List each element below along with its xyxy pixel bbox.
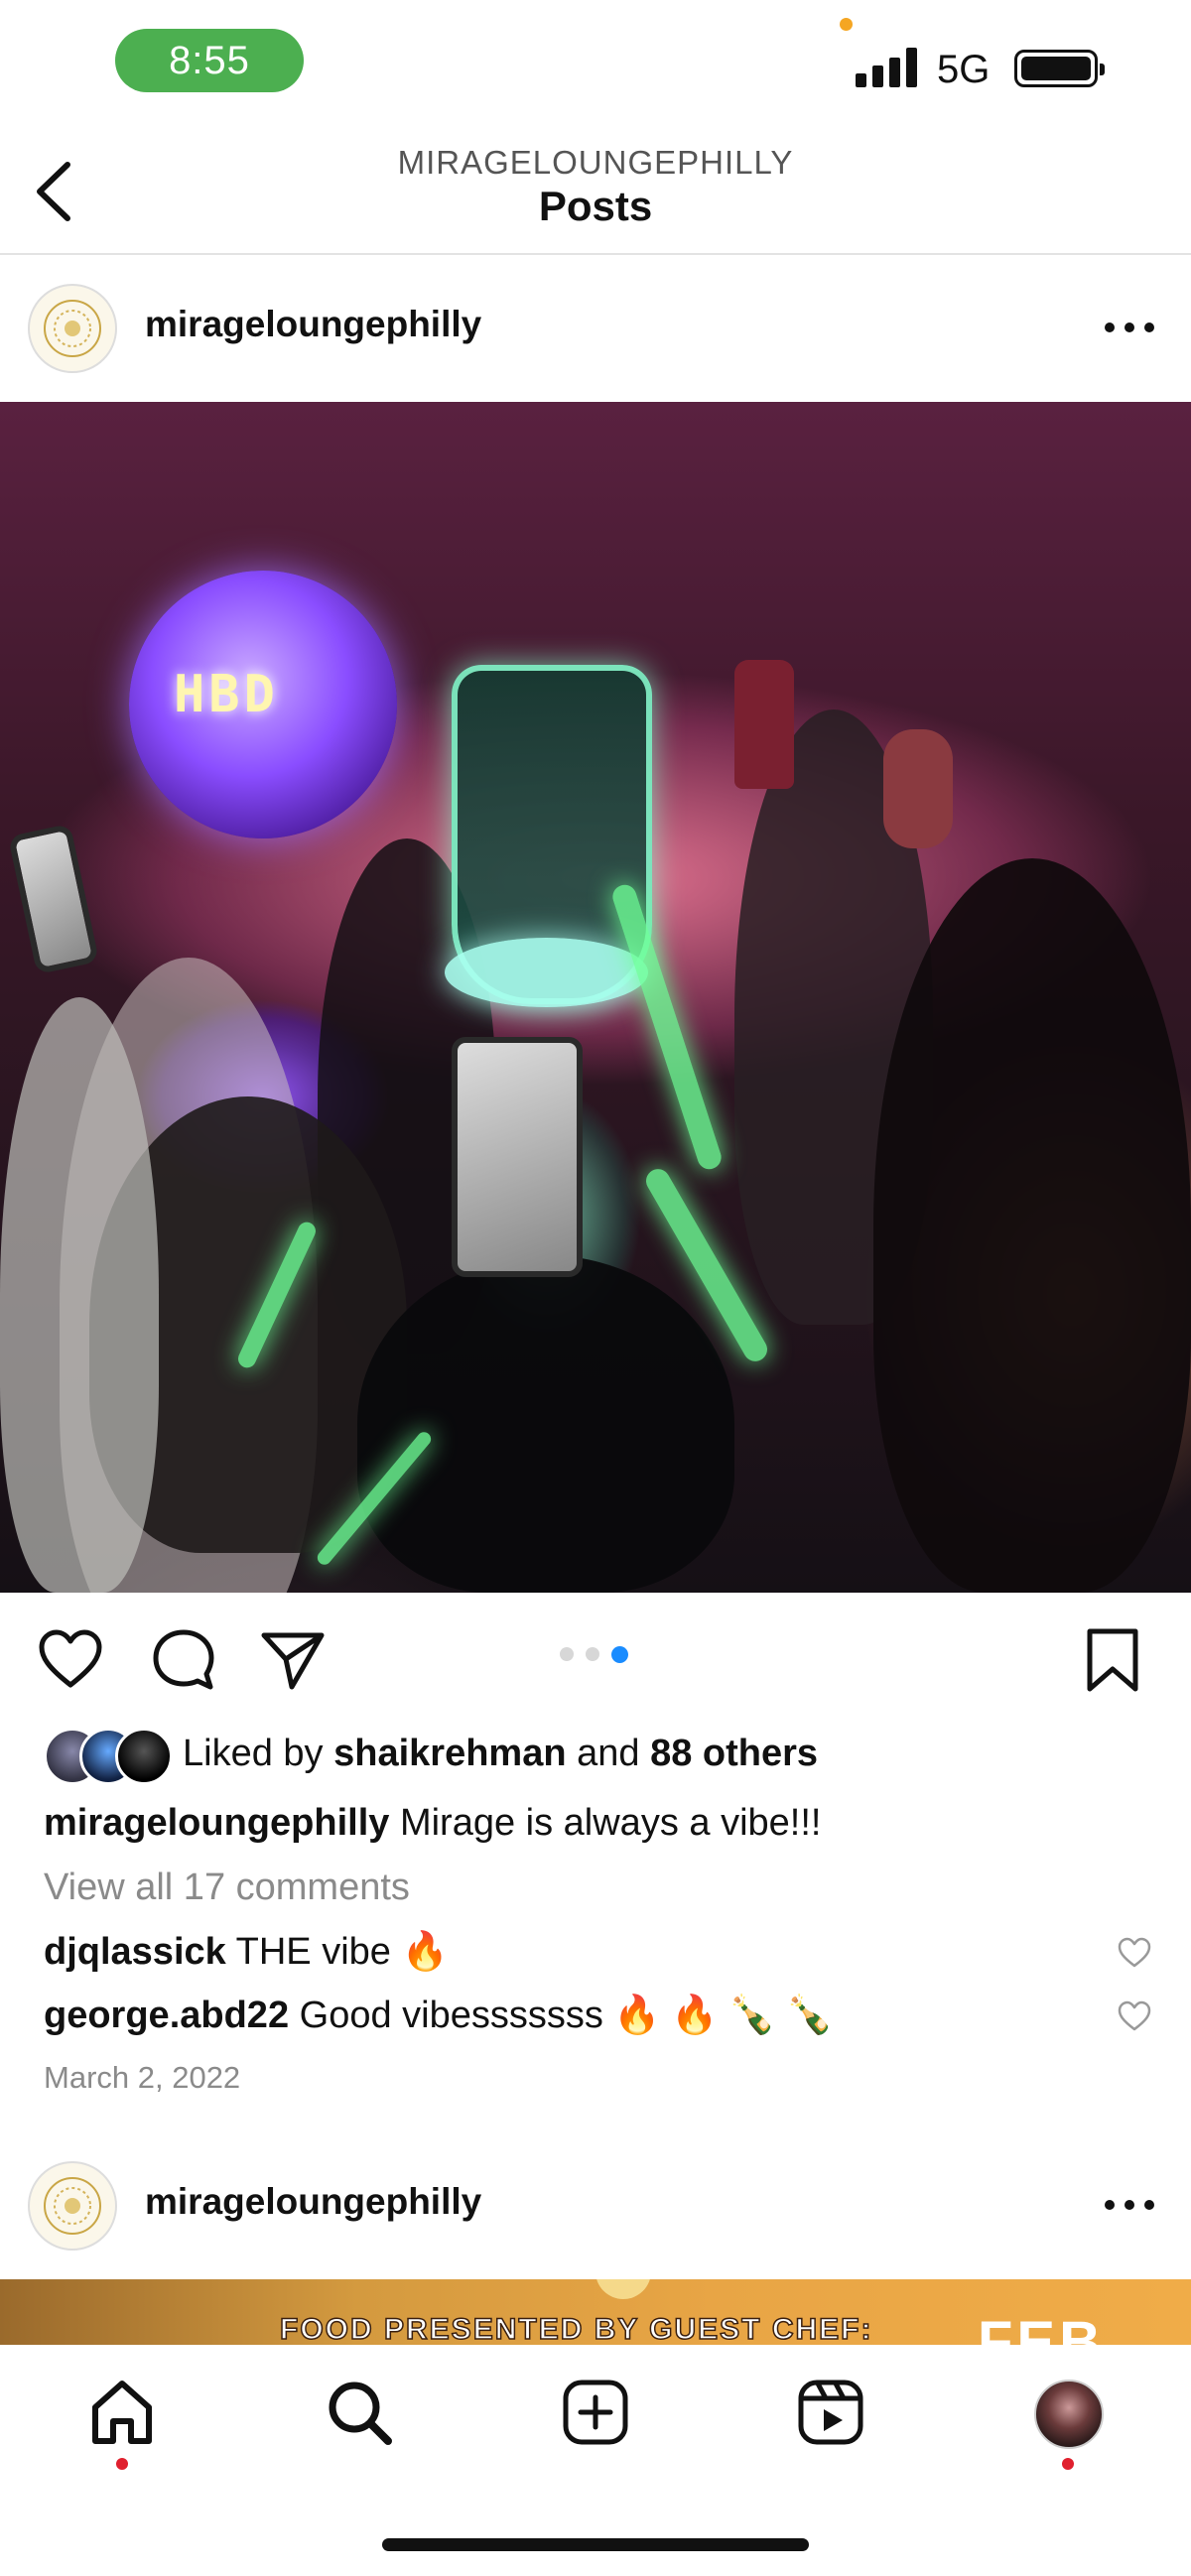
- likes-first-user[interactable]: shaikrehman: [333, 1733, 566, 1774]
- battery-icon: [1014, 50, 1105, 87]
- nav-search-button[interactable]: [325, 2378, 394, 2447]
- heart-icon: [1118, 2000, 1151, 2031]
- liked-by-avatars[interactable]: [44, 1728, 173, 1785]
- nav-reels-button[interactable]: [796, 2378, 865, 2447]
- status-time: 8:55: [115, 29, 304, 92]
- photo-hbd-text: HBD: [174, 665, 279, 724]
- banner-partial-text: FEB: [978, 2310, 1105, 2345]
- comment-like-button[interactable]: [1118, 1937, 1151, 1969]
- nav-profile-button[interactable]: [1034, 2380, 1104, 2449]
- header-account-name: MIRAGELOUNGEPHILLY: [397, 144, 794, 181]
- post-caption: mirageloungephilly Mirage is always a vi…: [44, 1802, 821, 1845]
- lounge-logo-icon: [44, 300, 101, 357]
- home-icon: [92, 2381, 152, 2444]
- heart-icon: [39, 1629, 102, 1688]
- next-post-image[interactable]: FOOD PRESENTED BY GUEST CHEF: FEB: [0, 2279, 1191, 2345]
- like-button[interactable]: [38, 1627, 103, 1693]
- likes-others-count[interactable]: 88 others: [650, 1733, 818, 1774]
- comment-row: djqlassick THE vibe 🔥: [44, 1930, 449, 1974]
- lounge-logo-icon: [44, 2177, 101, 2235]
- post-photo[interactable]: HBD: [0, 402, 1191, 1593]
- likes-prefix: Liked by: [183, 1733, 324, 1774]
- post-options-button[interactable]: [1100, 318, 1159, 337]
- nav-create-button[interactable]: [561, 2378, 630, 2447]
- comment-button[interactable]: [151, 1627, 216, 1693]
- view-all-comments-link[interactable]: View all 17 comments: [44, 1867, 410, 1909]
- post-date: March 2, 2022: [44, 2060, 241, 2095]
- nav-home-button[interactable]: [87, 2378, 157, 2447]
- post-author-username[interactable]: mirageloungephilly: [145, 304, 481, 345]
- comment-text: THE vibe 🔥: [235, 1931, 449, 1973]
- header-divider: [0, 253, 1191, 255]
- page-title: Posts: [538, 183, 653, 229]
- carousel-dot: [586, 1647, 599, 1661]
- comment-text: Good vibesssssss 🔥 🔥 🍾 🍾: [299, 1995, 834, 2036]
- next-post-author-avatar[interactable]: [28, 2161, 117, 2251]
- banner-circle-graphic: [596, 2279, 651, 2299]
- network-type: 5G: [937, 48, 991, 91]
- carousel-indicator: [558, 1646, 637, 1663]
- privacy-indicator-dot: [840, 18, 853, 31]
- likes-conjunction: and: [577, 1733, 640, 1774]
- reels-icon: [798, 2380, 863, 2445]
- comment-username[interactable]: djqlassick: [44, 1931, 226, 1973]
- home-indicator[interactable]: [382, 2538, 809, 2551]
- comment-bubble-icon: [153, 1629, 214, 1690]
- next-post-author-username[interactable]: mirageloungephilly: [145, 2181, 481, 2223]
- search-icon: [329, 2382, 392, 2445]
- banner-heading: FOOD PRESENTED BY GUEST CHEF:: [279, 2312, 873, 2345]
- paper-plane-icon: [261, 1632, 325, 1690]
- carousel-dot-active: [611, 1646, 628, 1663]
- post-author-avatar[interactable]: [28, 284, 117, 373]
- save-button[interactable]: [1080, 1627, 1145, 1693]
- profile-notification-dot: [1062, 2458, 1074, 2470]
- carousel-dot: [560, 1647, 574, 1661]
- caption-username[interactable]: mirageloungephilly: [44, 1802, 389, 1844]
- next-post-options-button[interactable]: [1100, 2195, 1159, 2215]
- likes-summary[interactable]: Liked by shaikrehman and 88 others: [183, 1733, 818, 1775]
- share-button[interactable]: [260, 1627, 326, 1693]
- caption-text: Mirage is always a vibe!!!: [399, 1802, 822, 1844]
- heart-icon: [1118, 1937, 1151, 1968]
- more-dots-icon: [1105, 2200, 1154, 2210]
- home-notification-dot: [116, 2458, 128, 2470]
- more-dots-icon: [1105, 322, 1154, 332]
- comment-like-button[interactable]: [1118, 2000, 1151, 2032]
- create-post-icon: [563, 2380, 628, 2445]
- comment-row: george.abd22 Good vibesssssss 🔥 🔥 🍾 🍾: [44, 1994, 833, 2037]
- comment-username[interactable]: george.abd22: [44, 1995, 289, 2036]
- signal-strength-icon: [856, 48, 921, 87]
- bookmark-icon: [1087, 1628, 1138, 1692]
